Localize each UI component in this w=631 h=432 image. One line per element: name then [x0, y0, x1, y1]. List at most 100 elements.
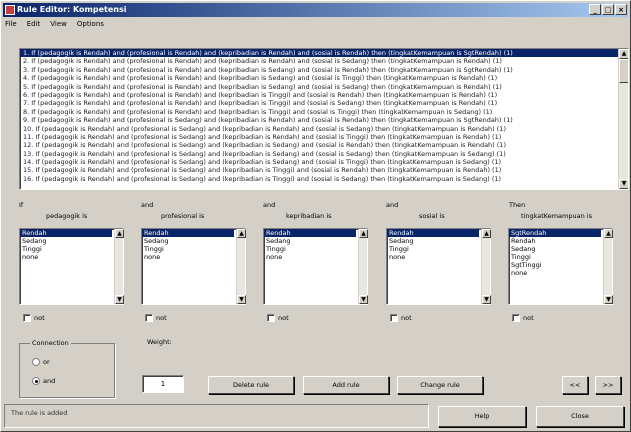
- radio-dot[interactable]: [32, 358, 40, 366]
- list-option[interactable]: Tinggi: [142, 245, 245, 253]
- rule-row[interactable]: 1. If (pedagogik is Rendah) and (profesi…: [20, 49, 628, 58]
- menu-options[interactable]: Options: [77, 18, 104, 30]
- rule-row[interactable]: 11. If (pedagogik is Rendah) and (profes…: [20, 133, 628, 141]
- checkbox-label: not: [34, 314, 45, 322]
- scroll-up-icon[interactable]: ▲: [604, 229, 613, 238]
- scroll-up-icon[interactable]: ▲: [359, 229, 368, 238]
- list-option[interactable]: Tinggi: [264, 245, 367, 253]
- list-option[interactable]: none: [387, 253, 490, 261]
- scroll-down-icon[interactable]: ▼: [115, 295, 124, 304]
- menu-file[interactable]: File: [5, 18, 17, 30]
- rule-row[interactable]: 13. If (pedagogik is Rendah) and (profes…: [20, 150, 628, 158]
- rule-row[interactable]: 10. If (pedagogik is Rendah) and (profes…: [20, 125, 628, 133]
- scroll-up-icon[interactable]: ▲: [619, 49, 628, 59]
- rules-list[interactable]: 1. If (pedagogik is Rendah) and (profesi…: [19, 48, 629, 190]
- rules-scrollbar[interactable]: ▲ ▼: [618, 49, 628, 189]
- list-option[interactable]: none: [264, 253, 367, 261]
- checkbox-box[interactable]: [23, 314, 31, 322]
- connection-title: Connection: [30, 339, 71, 347]
- list-scrollbar[interactable]: ▲ ▼: [603, 229, 613, 304]
- close-icon[interactable]: ×: [615, 4, 627, 15]
- list-option[interactable]: Rendah: [20, 229, 112, 237]
- membership-list-tingkatkemampuan[interactable]: SgtRendah Rendah Sedang Tinggi SgtTinggi none…: [508, 228, 613, 305]
- scroll-down-icon[interactable]: ▼: [359, 295, 368, 304]
- rule-row[interactable]: 16. If (pedagogik is Rendah) and (profes…: [20, 175, 628, 183]
- rule-row[interactable]: 6. If (pedagogik is Rendah) and (profesi…: [20, 91, 628, 99]
- checkbox-box[interactable]: [145, 314, 153, 322]
- list-option[interactable]: Sedang: [142, 237, 245, 245]
- membership-list-profesional[interactable]: Rendah Sedang Tinggi none ▲ ▼: [141, 228, 246, 305]
- list-option[interactable]: none: [509, 269, 612, 277]
- not-checkbox-profesional[interactable]: not: [145, 314, 167, 322]
- next-button[interactable]: >>: [595, 376, 621, 394]
- list-option[interactable]: Sedang: [20, 237, 123, 245]
- membership-list-sosial[interactable]: Rendah Sedang Tinggi none ▲ ▼: [386, 228, 491, 305]
- not-checkbox-sosial[interactable]: not: [390, 314, 412, 322]
- title-bar[interactable]: Rule Editor: Kompetensi _ □ ×: [3, 3, 628, 17]
- prev-button[interactable]: <<: [562, 376, 588, 394]
- menu-edit[interactable]: Edit: [27, 18, 41, 30]
- status-bar: The rule is added: [4, 404, 429, 428]
- rule-row[interactable]: 3. If (pedagogik is Rendah) and (profesi…: [20, 66, 628, 74]
- checkbox-box[interactable]: [390, 314, 398, 322]
- rule-row[interactable]: 8. If (pedagogik is Rendah) and (profesi…: [20, 108, 628, 116]
- connection-group: Connection or and: [19, 339, 115, 398]
- list-option[interactable]: Rendah: [264, 229, 356, 237]
- not-checkbox-kepribadian[interactable]: not: [267, 314, 289, 322]
- rule-row[interactable]: 14. If (pedagogik is Rendah) and (profes…: [20, 158, 628, 166]
- scroll-thumb[interactable]: [619, 59, 628, 83]
- membership-list-pedagogik[interactable]: Rendah Sedang Tinggi none ▲ ▼: [19, 228, 124, 305]
- radio-or[interactable]: or: [32, 358, 50, 366]
- list-scrollbar[interactable]: ▲ ▼: [236, 229, 246, 304]
- membership-list-kepribadian[interactable]: Rendah Sedang Tinggi none ▲ ▼: [263, 228, 368, 305]
- rule-row[interactable]: 15. If (pedagogik is Rendah) and (profes…: [20, 166, 628, 174]
- list-option[interactable]: Rendah: [509, 237, 612, 245]
- help-button[interactable]: Help: [438, 406, 526, 427]
- checkbox-label: not: [278, 314, 289, 322]
- rule-row[interactable]: 4. If (pedagogik is Rendah) and (profesi…: [20, 74, 628, 82]
- list-option[interactable]: SgtRendah: [509, 229, 601, 237]
- window-title: Rule Editor: Kompetensi: [17, 5, 127, 14]
- rule-row[interactable]: 12. If (pedagogik is Rendah) and (profes…: [20, 141, 628, 149]
- rule-row[interactable]: 5. If (pedagogik is Rendah) and (profesi…: [20, 83, 628, 91]
- rule-row[interactable]: 2. If (pedagogik is Rendah) and (profesi…: [20, 57, 628, 65]
- rule-row[interactable]: 7. If (pedagogik is Rendah) and (profesi…: [20, 99, 628, 107]
- list-scrollbar[interactable]: ▲ ▼: [481, 229, 491, 304]
- minimize-icon[interactable]: _: [589, 4, 601, 15]
- list-option[interactable]: Sedang: [509, 245, 612, 253]
- menu-view[interactable]: View: [50, 18, 67, 30]
- list-scrollbar[interactable]: ▲ ▼: [114, 229, 124, 304]
- radio-dot[interactable]: [32, 377, 40, 385]
- scroll-down-icon[interactable]: ▼: [619, 179, 628, 189]
- list-option[interactable]: Tinggi: [509, 253, 612, 261]
- not-checkbox-pedagogik[interactable]: not: [23, 314, 45, 322]
- radio-and[interactable]: and: [32, 377, 55, 385]
- list-option[interactable]: Sedang: [264, 237, 367, 245]
- rule-row[interactable]: 9. If (pedagogik is Rendah) and (profesi…: [20, 116, 628, 124]
- weight-input[interactable]: 1: [142, 375, 184, 393]
- list-option[interactable]: Tinggi: [20, 245, 123, 253]
- close-button[interactable]: Close: [536, 406, 624, 427]
- delete-rule-button[interactable]: Delete rule: [208, 376, 294, 394]
- change-rule-button[interactable]: Change rule: [397, 376, 483, 394]
- scroll-up-icon[interactable]: ▲: [482, 229, 491, 238]
- checkbox-box[interactable]: [512, 314, 520, 322]
- scroll-up-icon[interactable]: ▲: [115, 229, 124, 238]
- list-scrollbar[interactable]: ▲ ▼: [358, 229, 368, 304]
- input-label-profesional: profesional is: [161, 212, 205, 220]
- list-option[interactable]: Tinggi: [387, 245, 490, 253]
- add-rule-button[interactable]: Add rule: [303, 376, 389, 394]
- maximize-icon[interactable]: □: [602, 4, 614, 15]
- scroll-up-icon[interactable]: ▲: [237, 229, 246, 238]
- list-option[interactable]: Rendah: [142, 229, 234, 237]
- not-checkbox-tingkatkemampuan[interactable]: not: [512, 314, 534, 322]
- scroll-down-icon[interactable]: ▼: [237, 295, 246, 304]
- list-option[interactable]: SgtTinggi: [509, 261, 612, 269]
- scroll-down-icon[interactable]: ▼: [482, 295, 491, 304]
- checkbox-box[interactable]: [267, 314, 275, 322]
- list-option[interactable]: none: [20, 253, 123, 261]
- scroll-down-icon[interactable]: ▼: [604, 295, 613, 304]
- list-option[interactable]: Sedang: [387, 237, 490, 245]
- list-option[interactable]: none: [142, 253, 245, 261]
- list-option[interactable]: Rendah: [387, 229, 479, 237]
